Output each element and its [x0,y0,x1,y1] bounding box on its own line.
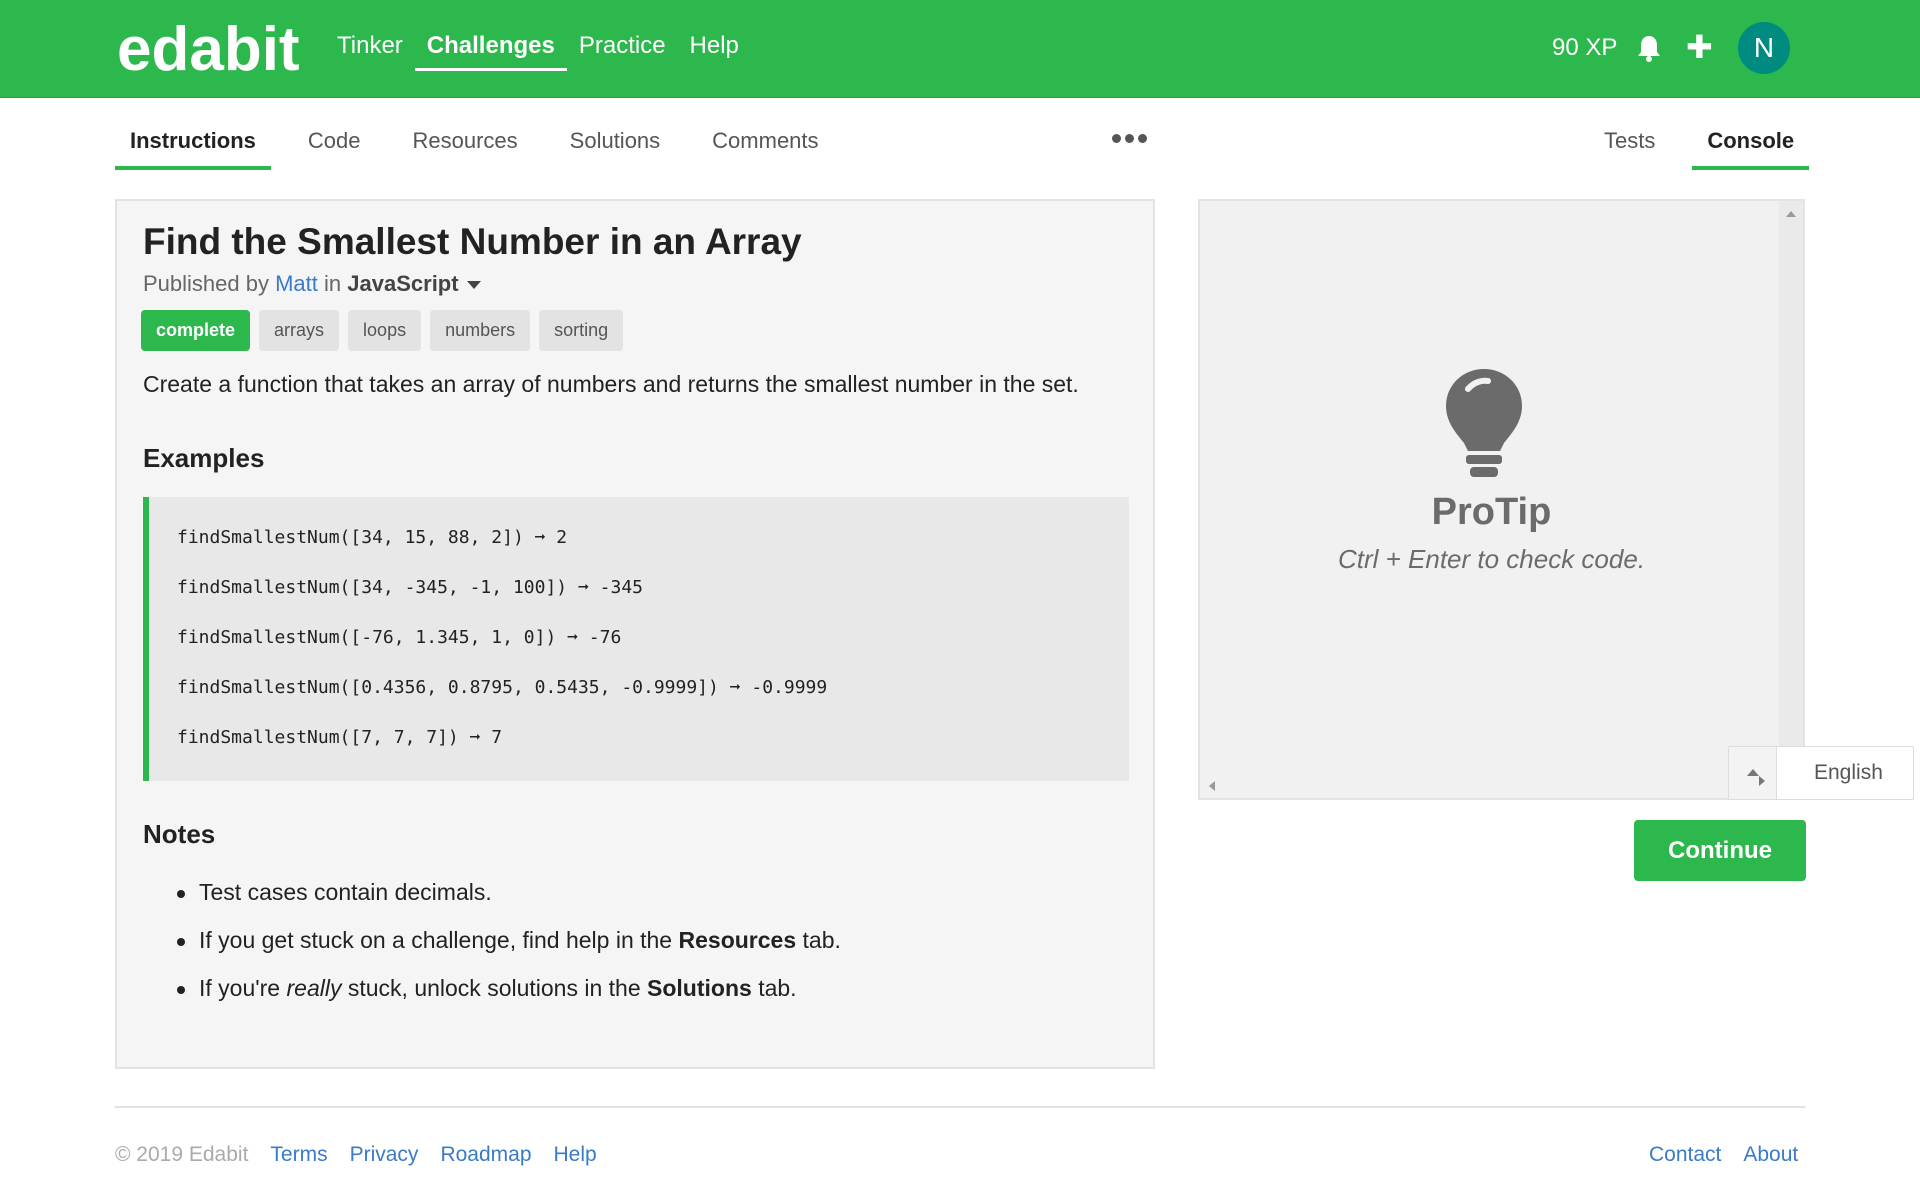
tag-loops[interactable]: loops [348,310,422,351]
tab-comments[interactable]: Comments [697,128,833,170]
note-item: Test cases contain decimals. [177,879,841,927]
footer-link-about[interactable]: About [1743,1143,1798,1167]
tab-console[interactable]: Console [1692,128,1810,170]
copyright: © 2019 Edabit [115,1143,249,1166]
console-panel[interactable]: ProTip Ctrl + Enter to check code. [1198,199,1805,800]
arrow-up-icon [1747,769,1759,776]
challenge-title: Find the Smallest Number in an Array [143,221,802,262]
footer-link-roadmap[interactable]: Roadmap [440,1143,531,1167]
protip-text: Ctrl + Enter to check code. [1337,544,1646,574]
note-text: Test cases contain decimals. [199,879,492,905]
language-label: JavaScript [347,271,459,296]
note-text: If you're really stuck, unlock solutions… [199,975,797,1001]
footer-link-terms[interactable]: Terms [270,1143,327,1167]
tab-solutions[interactable]: Solutions [555,128,676,170]
in-word: in [324,271,342,296]
more-dots-icon[interactable] [1112,134,1147,143]
bell-icon[interactable] [1636,34,1662,62]
examples-heading: Examples [143,443,265,473]
nav-practice[interactable]: Practice [579,32,666,71]
example-line: findSmallestNum([0.4356, 0.8795, 0.5435,… [177,677,828,698]
examples-code-block: findSmallestNum([34, 15, 88, 2]) ➞ 2 fin… [143,497,1129,781]
resources-emphasis: Resources [678,927,797,953]
example-line: findSmallestNum([34, -345, -1, 100]) ➞ -… [177,577,643,598]
footer-link-privacy[interactable]: Privacy [350,1143,419,1167]
example-line: findSmallestNum([7, 7, 7]) ➞ 7 [177,727,503,748]
language-select[interactable]: English [1728,746,1914,800]
note-item: If you get stuck on a challenge, find he… [177,927,841,975]
scroll-left-icon[interactable] [1209,781,1215,791]
tag-list: complete arrays loops numbers sorting [141,310,624,351]
author-link[interactable]: Matt [275,271,318,296]
add-icon[interactable]: ✚ [1686,31,1713,63]
resize-handle[interactable] [1729,747,1777,799]
notes-heading: Notes [143,819,216,849]
footer-link-help[interactable]: Help [554,1143,597,1167]
footer-divider [115,1106,1805,1108]
arrow-right-icon [1759,776,1765,786]
nav-tinker[interactable]: Tinker [337,32,403,71]
tag-complete[interactable]: complete [141,310,251,351]
published-line: Published by Matt in JavaScript [143,271,481,297]
bullet [177,938,185,946]
footer-left: © 2019 Edabit Terms Privacy Roadmap Help [115,1143,597,1167]
instructions-panel: Find the Smallest Number in an Array Pub… [115,199,1155,1069]
tab-tests[interactable]: Tests [1589,128,1670,170]
continue-button[interactable]: Continue [1634,820,1806,881]
note-text: If you get stuck on a challenge, find he… [199,927,841,953]
tag-arrays[interactable]: arrays [259,310,340,351]
console-tabs: Tests Console [1589,128,1831,170]
tab-instructions[interactable]: Instructions [115,128,271,170]
bullet [177,986,185,994]
lightbulb-icon [1446,369,1522,477]
published-prefix: Published by [143,271,269,296]
tag-numbers[interactable]: numbers [430,310,531,351]
language-select-value: English [1814,761,1883,784]
main-nav: Tinker Challenges Practice Help [337,32,763,71]
example-line: findSmallestNum([-76, 1.345, 1, 0]) ➞ -7… [177,627,622,648]
example-line: findSmallestNum([34, 15, 88, 2]) ➞ 2 [177,527,568,548]
footer-right: Contact About [1649,1143,1798,1167]
language-dropdown[interactable]: JavaScript [347,271,481,296]
nav-challenges[interactable]: Challenges [414,32,567,71]
challenge-description: Create a function that takes an array of… [143,371,1079,397]
nav-help[interactable]: Help [690,32,739,71]
user-avatar[interactable]: N [1738,22,1790,74]
caret-down-icon [466,281,481,290]
note-item: If you're really stuck, unlock solutions… [177,975,841,1023]
top-navbar: edabit Tinker Challenges Practice Help 9… [0,0,1920,98]
tab-code[interactable]: Code [293,128,376,170]
tab-resources[interactable]: Resources [398,128,533,170]
footer-link-contact[interactable]: Contact [1649,1143,1721,1167]
bullet [177,890,185,898]
scroll-up-icon[interactable] [1786,211,1796,217]
protip-title: ProTip [1431,491,1552,533]
solutions-emphasis: Solutions [647,975,752,1001]
notes-list: Test cases contain decimals. If you get … [177,879,841,1023]
challenge-tabs: Instructions Code Resources Solutions Co… [115,128,856,170]
edabit-logo[interactable]: edabit [117,14,300,85]
tag-sorting[interactable]: sorting [539,310,624,351]
xp-counter[interactable]: 90 XP [1552,34,1617,62]
